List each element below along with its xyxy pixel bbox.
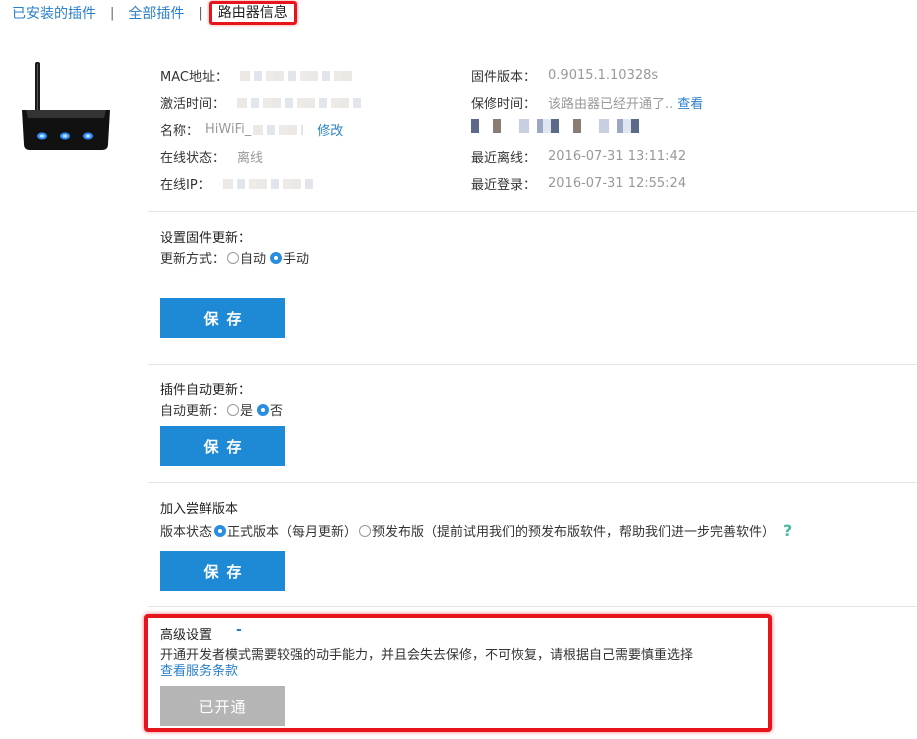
device-name-row: 名称： HiWiFi_ 修改 — [160, 120, 343, 139]
tab-separator: | — [110, 5, 115, 21]
advanced-collapse-toggle[interactable]: - — [236, 622, 242, 638]
plugin-update-no-label[interactable]: 否 — [270, 400, 283, 419]
firmware-manual-radio[interactable] — [270, 251, 283, 264]
redacted-row — [471, 119, 639, 133]
firmware-update-mode-label: 更新方式： — [160, 252, 226, 267]
last-login-label: 最近登录： — [471, 178, 537, 193]
last-login-value: 2016-07-31 12:55:24 — [548, 176, 687, 191]
tab-router-info[interactable]: 路由器信息 — [208, 1, 297, 25]
tab-separator: | — [198, 5, 203, 21]
last-offline-label: 最近离线： — [471, 151, 537, 166]
terms-of-service-link[interactable]: 查看服务条款 — [160, 660, 238, 679]
plugin-update-mode-row: 自动更新： 是 否 — [160, 400, 283, 419]
beta-save-button[interactable]: 保存 — [160, 551, 285, 591]
firmware-update-mode-row: 更新方式： 自动 手动 — [160, 248, 309, 267]
online-status-value: 离线 — [237, 151, 264, 166]
beta-title: 加入尝鲜版本 — [160, 502, 239, 517]
device-name-label: 名称： — [160, 124, 200, 139]
beta-prerelease-label[interactable]: 预发布版（提前试用我们的预发布版软件，帮助我们进一步完善软件） — [372, 521, 775, 540]
device-name-value: HiWiFi_ — [205, 122, 252, 137]
online-status-row: 在线状态： 离线 — [160, 147, 263, 166]
advanced-description: 开通开发者模式需要较强的动手能力，并且会失去保修，不可恢复，请根据自己需要慎重选… — [160, 648, 694, 663]
beta-prerelease-radio[interactable] — [359, 524, 372, 537]
firmware-version-value: 0.9015.1.10328s — [548, 68, 659, 83]
plugin-update-yes-label[interactable]: 是 — [240, 400, 253, 419]
plugin-save-button[interactable]: 保存 — [160, 426, 285, 466]
warranty-view-link[interactable]: 查看 — [677, 93, 703, 112]
mac-address-row: MAC地址： — [160, 66, 352, 85]
last-offline-value: 2016-07-31 13:11:42 — [548, 149, 687, 164]
divider — [148, 482, 917, 483]
router-icon — [20, 60, 112, 156]
developer-mode-status-button[interactable]: 已开通 — [160, 686, 285, 726]
online-ip-row: 在线IP： — [160, 174, 313, 193]
tab-installed-plugins[interactable]: 已安装的插件 — [12, 3, 96, 23]
activation-time-label: 激活时间： — [160, 97, 226, 112]
rename-link[interactable]: 修改 — [317, 120, 343, 139]
warranty-label: 保修时间： — [471, 97, 537, 112]
plugin-update-yes-radio[interactable] — [227, 403, 240, 416]
warranty-value: 该路由器已经开通了.. — [548, 97, 674, 112]
online-ip-label: 在线IP： — [160, 178, 211, 193]
firmware-auto-radio[interactable] — [227, 251, 240, 264]
online-status-label: 在线状态： — [160, 151, 226, 166]
plugin-update-no-radio[interactable] — [257, 403, 270, 416]
divider — [148, 606, 917, 607]
beta-stable-label[interactable]: 正式版本（每月更新） — [227, 521, 357, 540]
beta-status-row: 版本状态 正式版本（每月更新） 预发布版（提前试用我们的预发布版软件，帮助我们进… — [160, 521, 792, 540]
online-ip-redacted — [222, 178, 313, 189]
firmware-version-row: 固件版本： 0.9015.1.10328s — [471, 66, 658, 85]
mac-address-label: MAC地址： — [160, 70, 228, 85]
activation-time-row: 激活时间： — [160, 93, 366, 112]
divider — [148, 364, 917, 365]
last-offline-row: 最近离线： 2016-07-31 13:11:42 — [471, 147, 686, 166]
activation-time-redacted — [237, 97, 366, 108]
plugin-update-mode-label: 自动更新： — [160, 404, 226, 419]
beta-stable-radio[interactable] — [214, 524, 227, 537]
plugin-update-title: 插件自动更新： — [160, 383, 252, 398]
last-login-row: 最近登录： 2016-07-31 12:55:24 — [471, 174, 686, 193]
tab-all-plugins[interactable]: 全部插件 — [128, 3, 184, 23]
device-name-redacted — [253, 124, 304, 135]
firmware-auto-label[interactable]: 自动 — [240, 248, 266, 267]
plugin-tabs: 已安装的插件 | 全部插件 | 路由器信息 — [0, 0, 297, 26]
firmware-manual-label[interactable]: 手动 — [283, 248, 309, 267]
divider — [148, 211, 917, 212]
advanced-settings-title: 高级设置 — [160, 628, 213, 643]
redacted-info — [471, 119, 639, 133]
firmware-version-label: 固件版本： — [471, 70, 537, 85]
mac-address-redacted — [239, 70, 352, 81]
firmware-update-title: 设置固件更新： — [160, 231, 252, 246]
help-icon[interactable]: ? — [783, 521, 792, 540]
firmware-save-button[interactable]: 保存 — [160, 298, 285, 338]
beta-status-label: 版本状态 — [160, 525, 213, 540]
warranty-row: 保修时间： 该路由器已经开通了.. 查看 — [471, 93, 703, 112]
